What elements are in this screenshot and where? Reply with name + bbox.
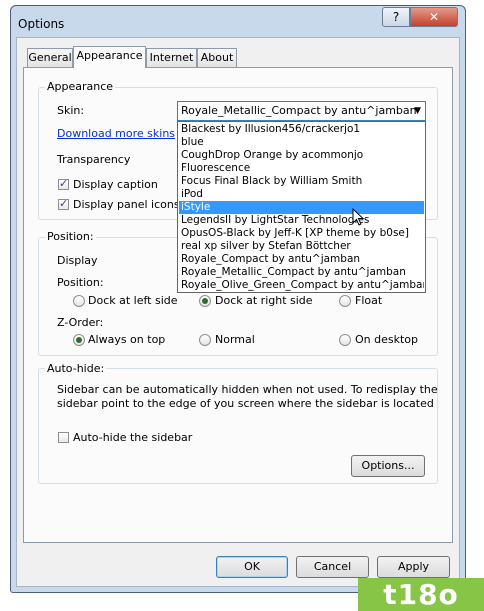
- list-item[interactable]: OpusOS-Black by Jeff-K [XP theme by b0se…: [179, 227, 424, 240]
- download-skins-link[interactable]: Download more skins: [57, 127, 175, 140]
- skin-combobox[interactable]: Royale_Metallic_Compact by antu^jamban ▼: [177, 101, 426, 121]
- cancel-button[interactable]: Cancel: [296, 556, 369, 578]
- always-on-top-label: Always on top: [88, 333, 166, 346]
- list-item[interactable]: LegendsII by LightStar Technologies: [179, 214, 424, 227]
- appearance-group-label: Appearance: [45, 80, 116, 93]
- transparency-label: Transparency: [57, 153, 131, 166]
- mouse-cursor-icon: [352, 208, 364, 226]
- autohide-checkbox[interactable]: [58, 432, 69, 443]
- close-button[interactable]: ✕: [410, 7, 458, 27]
- list-item[interactable]: Blackest by Illusion456/crackerjo1: [179, 123, 424, 136]
- autohide-description-line2: sidebar point to the edge of you screen …: [57, 397, 434, 410]
- dock-right-radio[interactable]: [199, 295, 211, 307]
- dock-left-radio[interactable]: [73, 295, 85, 307]
- list-item[interactable]: CoughDrop Orange by acommonjo: [179, 149, 424, 162]
- tab-internet[interactable]: Internet: [146, 48, 197, 67]
- dock-right-label: Dock at right side: [215, 294, 313, 307]
- list-item[interactable]: Fluorescence: [179, 162, 424, 175]
- tab-general[interactable]: General: [27, 48, 73, 67]
- window-title: Options: [18, 17, 65, 31]
- ok-button[interactable]: OK: [216, 556, 288, 578]
- position-label: Position:: [57, 276, 104, 289]
- dock-left-label: Dock at left side: [88, 294, 178, 307]
- display-panel-icons-label: Display panel icons: [73, 198, 180, 211]
- autohide-group-label: Auto-hide:: [45, 362, 107, 375]
- position-group-label: Position:: [45, 230, 96, 243]
- list-item[interactable]: Royale_Metallic_Compact by antu^jamban: [179, 266, 424, 279]
- skin-label: Skin:: [57, 104, 85, 117]
- zorder-label: Z-Order:: [57, 316, 104, 329]
- skin-dropdown-list: Blackest by Illusion456/crackerjo1 blue …: [177, 121, 426, 293]
- autohide-description-line1: Sidebar can be automatically hidden when…: [57, 383, 438, 396]
- watermark-logo: t18o: [358, 578, 484, 611]
- on-desktop-label: On desktop: [355, 333, 419, 346]
- apply-button[interactable]: Apply: [377, 556, 450, 578]
- list-item[interactable]: Focus Final Black by William Smith: [179, 175, 424, 188]
- skin-combobox-value: Royale_Metallic_Compact by antu^jamban: [181, 104, 417, 117]
- tab-about[interactable]: About: [197, 48, 237, 67]
- display-label: Display: [57, 254, 98, 267]
- display-caption-checkbox[interactable]: [58, 177, 69, 190]
- chevron-down-icon[interactable]: ▼: [414, 102, 421, 120]
- float-radio[interactable]: [339, 295, 351, 307]
- normal-label: Normal: [215, 333, 255, 346]
- float-label: Float: [355, 294, 383, 307]
- autohide-checkbox-label: Auto-hide the sidebar: [73, 431, 193, 444]
- list-item[interactable]: blue: [179, 136, 424, 149]
- list-item[interactable]: iPod: [179, 188, 424, 201]
- tab-appearance[interactable]: Appearance: [73, 46, 146, 68]
- list-item[interactable]: Royale_Olive_Green_Compact by antu^jamba…: [179, 279, 424, 292]
- display-panel-icons-checkbox[interactable]: [58, 197, 69, 210]
- autohide-options-button[interactable]: Options...: [351, 455, 425, 477]
- help-button[interactable]: ?: [382, 7, 410, 27]
- normal-radio[interactable]: [199, 334, 211, 346]
- display-caption-label: Display caption: [73, 178, 158, 191]
- list-item-selected[interactable]: iStyle: [179, 201, 424, 214]
- list-item[interactable]: real xp silver by Stefan Böttcher: [179, 240, 424, 253]
- list-item[interactable]: Royale_Compact by antu^jamban: [179, 253, 424, 266]
- on-desktop-radio[interactable]: [339, 334, 351, 346]
- always-on-top-radio[interactable]: [73, 334, 85, 346]
